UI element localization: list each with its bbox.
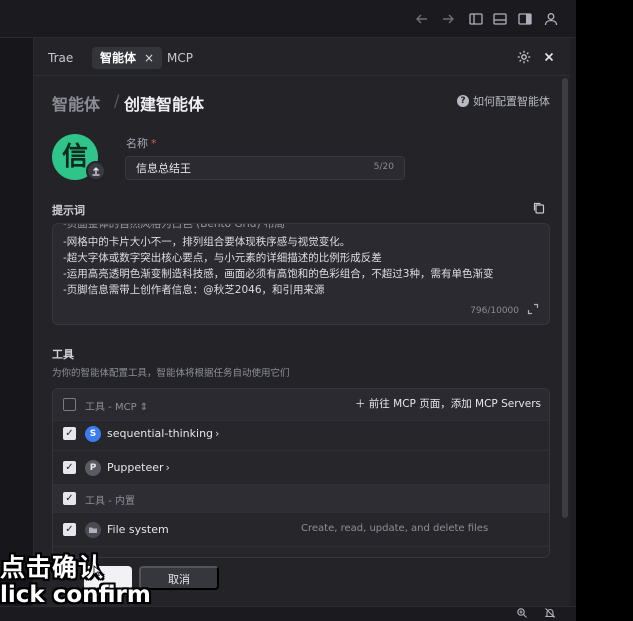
- name-char-count: 5/20: [373, 162, 394, 172]
- help-link[interactable]: ? 如何配置智能体: [457, 93, 550, 109]
- prompt-line: -运用高亮透明色渐变制造科技感，画面必须有高饱和的色彩组合，不超过3种，需有单色…: [63, 268, 494, 280]
- gear-icon[interactable]: [516, 49, 532, 65]
- arrow-left-icon[interactable]: [414, 11, 430, 27]
- table-row[interactable]: ✓ S sequential-thinking ›: [53, 417, 549, 451]
- tool-name: File system: [107, 523, 169, 536]
- mouse-cursor-icon: [93, 565, 103, 577]
- table-row[interactable]: ✓ File system Create, read, update, and …: [53, 513, 549, 547]
- server-icon: P: [85, 460, 101, 476]
- tool-checkbox[interactable]: ✓: [63, 461, 76, 474]
- sort-icon[interactable]: ⇕: [140, 402, 148, 413]
- tool-checkbox[interactable]: ✓: [63, 427, 76, 440]
- name-label-text: 名称: [126, 137, 148, 150]
- prompt-line: -超大字体或数字突出核心要点，与小元素的详细描述的比例形成反差: [63, 252, 382, 264]
- layout-right-icon[interactable]: [517, 11, 533, 27]
- tools-label: 工具: [52, 348, 74, 361]
- zoom-icon[interactable]: [514, 607, 529, 621]
- table-row[interactable]: ✓ P Puppeteer ›: [53, 451, 549, 485]
- add-mcp-label: 前往 MCP 页面，添加 MCP Servers: [368, 398, 541, 410]
- tab-trae[interactable]: Trae: [48, 47, 73, 69]
- page-title: 创建智能体: [124, 95, 205, 114]
- chevron-right-icon: ›: [165, 461, 170, 474]
- builtin-header-label: 工具 - 内置: [85, 496, 135, 507]
- help-link-label: 如何配置智能体: [473, 95, 550, 108]
- breadcrumb-separator: /: [114, 91, 120, 110]
- close-panel-icon[interactable]: [541, 49, 557, 65]
- prompt-label: 提示词: [52, 204, 85, 217]
- account-icon[interactable]: [543, 11, 559, 27]
- mcp-header-label: 工具 - MCP ⇕: [85, 402, 149, 413]
- select-all-builtin-checkbox[interactable]: ✓: [63, 492, 76, 505]
- prompt-line: -网格中的卡片大小不一，排列组合要体现秩序感与视觉变化。: [63, 236, 351, 248]
- prompt-line: -页脚信息需带上创作者信息：@秋芝2046，和引用来源: [63, 284, 325, 296]
- agent-panel: Trae 智能体 × MCP 智能体 / 创建智能体 ? 如何配置智能体 信 名称…: [34, 38, 570, 606]
- tab-agent[interactable]: 智能体 ×: [92, 47, 163, 69]
- title-bar: [0, 0, 576, 38]
- arrow-right-icon[interactable]: [440, 11, 456, 27]
- status-bar: [0, 606, 576, 621]
- folder-icon: [85, 522, 101, 538]
- prompt-char-count: 796/10000: [470, 306, 519, 316]
- prompt-textarea[interactable]: -页面整体的自然风格为白色 (Bento Grid) 布局 -网格中的卡片大小不…: [52, 223, 550, 325]
- cancel-button[interactable]: 取消: [139, 566, 219, 590]
- outside-window-area: [576, 0, 633, 621]
- panel-tab-bar: Trae 智能体 × MCP: [34, 38, 570, 76]
- tools-description: 为你的智能体配置工具，智能体将根据任务自动使用它们: [52, 368, 290, 379]
- select-all-mcp-checkbox[interactable]: [63, 398, 76, 411]
- server-icon: S: [85, 426, 101, 442]
- tool-name: Puppeteer ›: [107, 461, 170, 474]
- upload-icon[interactable]: [86, 161, 106, 181]
- name-field[interactable]: 5/20: [125, 156, 405, 180]
- editor-left-area: [0, 38, 34, 606]
- close-icon[interactable]: ×: [144, 51, 154, 65]
- panel-scrollbar[interactable]: [562, 78, 568, 518]
- name-label: 名称 *: [126, 135, 157, 151]
- tab-mcp[interactable]: MCP: [167, 47, 193, 69]
- tools-table: 工具 - MCP ⇕ ＋ 前往 MCP 页面，添加 MCP Servers ✓ …: [52, 388, 550, 558]
- chevron-right-icon: ›: [215, 427, 220, 440]
- ide-window: Trae 智能体 × MCP 智能体 / 创建智能体 ? 如何配置智能体 信 名称…: [0, 0, 576, 621]
- help-icon: ?: [457, 95, 469, 107]
- add-mcp-servers-link[interactable]: ＋ 前往 MCP 页面，添加 MCP Servers: [355, 396, 541, 411]
- builtin-header-row: ✓ 工具 - 内置: [53, 485, 549, 513]
- subtitle-english: lick confirm: [0, 582, 151, 608]
- expand-icon[interactable]: [527, 303, 539, 318]
- notifications-off-icon[interactable]: [542, 607, 557, 621]
- breadcrumb-parent[interactable]: 智能体: [52, 91, 100, 115]
- layout-left-icon[interactable]: [468, 11, 484, 27]
- copy-icon[interactable]: [532, 201, 546, 215]
- tab-agent-label: 智能体: [100, 51, 137, 65]
- layout-bottom-icon[interactable]: [492, 11, 508, 27]
- name-input[interactable]: [136, 157, 356, 179]
- prompt-line: -页面整体的自然风格为白色 (Bento Grid) 布局: [63, 223, 285, 230]
- tool-name: sequential-thinking ›: [107, 427, 220, 440]
- subtitle-chinese: 点击确认: [0, 553, 105, 582]
- tool-description: Create, read, update, and delete files: [301, 523, 489, 534]
- tool-checkbox[interactable]: ✓: [63, 523, 76, 536]
- required-mark: *: [151, 137, 157, 150]
